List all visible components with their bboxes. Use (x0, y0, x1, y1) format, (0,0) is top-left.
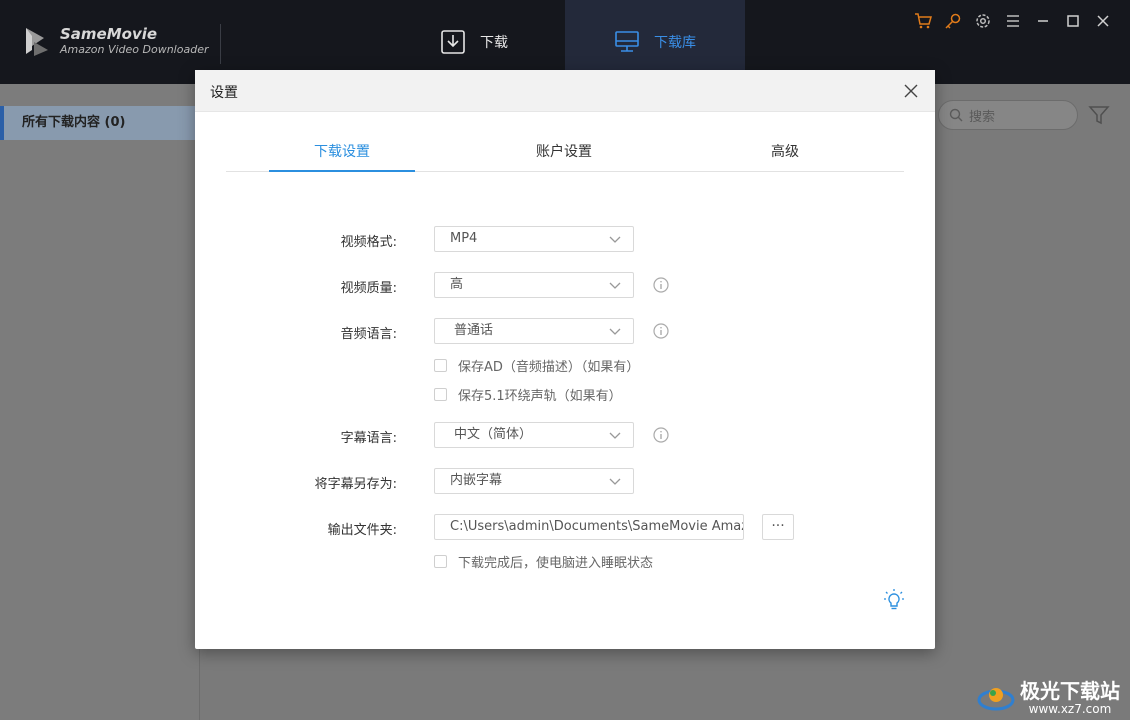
subtitle-language-select[interactable]: 中文（简体） (434, 422, 634, 448)
gear-icon (976, 14, 990, 28)
maximize-icon (1067, 15, 1079, 27)
save-ad-label: 保存AD（音频描述）（如果有） (458, 360, 640, 375)
audio-language-value: 普通话 (454, 323, 494, 338)
settings-button[interactable] (968, 10, 998, 32)
download-icon (441, 30, 465, 54)
video-format-select[interactable]: MP4 (434, 226, 634, 252)
maximize-button[interactable] (1058, 10, 1088, 32)
video-format-value: MP4 (450, 231, 478, 246)
save-51-checkbox[interactable] (434, 388, 447, 401)
watermark-logo-icon (977, 688, 1015, 711)
chevron-down-icon (609, 236, 621, 243)
minimize-icon (1038, 20, 1048, 22)
search-icon (949, 108, 963, 122)
output-folder-label: 输出文件夹: (327, 523, 397, 538)
app-name: SameMovie (60, 25, 158, 43)
video-quality-value: 高 (450, 277, 464, 292)
subtitle-language-label: 字幕语言: (340, 431, 397, 446)
search-placeholder: 搜索 (969, 109, 996, 125)
nav-download-label: 下载 (480, 35, 508, 51)
close-icon (1097, 15, 1109, 27)
menu-button[interactable] (998, 10, 1028, 32)
sleep-after-label: 下载完成后，使电脑进入睡眠状态 (458, 556, 654, 571)
dialog-title: 设置 (210, 85, 238, 101)
video-format-label: 视频格式: (340, 235, 397, 250)
subtitle-save-as-select[interactable]: 内嵌字幕 (434, 468, 634, 494)
monitor-icon (615, 31, 639, 52)
sleep-after-checkbox[interactable] (434, 555, 447, 568)
dialog-header: 设置 (195, 70, 935, 112)
logo-divider (220, 24, 221, 64)
samemovie-logo-icon (26, 28, 48, 56)
register-button[interactable] (938, 10, 968, 32)
filter-icon (1088, 106, 1110, 125)
tab-account-settings[interactable]: 账户设置 (491, 140, 637, 172)
sidebar: 所有下载内容 (0) (0, 84, 200, 720)
save-ad-checkbox[interactable] (434, 359, 447, 372)
sleep-after-option[interactable]: 下载完成后，使电脑进入睡眠状态 (434, 552, 653, 571)
save-51-option[interactable]: 保存5.1环绕声轨（如果有） (434, 385, 622, 404)
key-icon (945, 13, 961, 29)
minimize-button[interactable] (1028, 10, 1058, 32)
app-logo: SameMovie Amazon Video Downloader (22, 24, 208, 58)
browse-folder-button[interactable]: ··· (762, 514, 794, 540)
app-subtitle: Amazon Video Downloader (60, 43, 209, 56)
output-folder-field[interactable]: C:\Users\admin\Documents\SameMovie Amazo… (434, 514, 744, 540)
info-icon[interactable] (653, 277, 669, 293)
chevron-down-icon (609, 478, 621, 485)
audio-language-select[interactable]: 普通话 (434, 318, 634, 344)
chevron-down-icon (609, 282, 621, 289)
subtitle-language-value: 中文（简体） (454, 427, 533, 442)
search-input[interactable]: 搜索 (938, 100, 1078, 130)
cart-button[interactable] (908, 10, 938, 32)
menu-icon (1007, 15, 1019, 27)
settings-dialog: 设置 下载设置 账户设置 高级 视频格式: MP4 视频质量: 高 音频语言: … (195, 70, 935, 649)
nav-library-label: 下载库 (654, 35, 696, 51)
chevron-down-icon (609, 432, 621, 439)
save-ad-option[interactable]: 保存AD（音频描述）（如果有） (434, 356, 639, 375)
video-quality-select[interactable]: 高 (434, 272, 634, 298)
tab-advanced[interactable]: 高级 (712, 140, 858, 172)
info-icon[interactable] (653, 323, 669, 339)
cart-icon (915, 13, 932, 29)
chevron-down-icon (609, 328, 621, 335)
sidebar-item-all-downloads[interactable]: 所有下载内容 (0) (0, 106, 200, 140)
settings-tabs: 下载设置 账户设置 高级 (226, 140, 904, 172)
watermark: 极光下载站 www.xz7.com (976, 680, 1120, 716)
lightbulb-icon[interactable] (883, 588, 905, 612)
tab-download-settings[interactable]: 下载设置 (269, 140, 415, 172)
filter-button[interactable] (1088, 104, 1110, 130)
watermark-text: 极光下载站 (1020, 679, 1120, 703)
watermark-url: www.xz7.com (1028, 702, 1112, 716)
window-controls (908, 10, 1118, 32)
subtitle-save-as-value: 内嵌字幕 (450, 473, 503, 488)
save-51-label: 保存5.1环绕声轨（如果有） (458, 389, 622, 404)
close-window-button[interactable] (1088, 10, 1118, 32)
video-quality-label: 视频质量: (340, 281, 397, 296)
info-icon[interactable] (653, 427, 669, 443)
subtitle-save-as-label: 将字幕另存为: (314, 477, 397, 492)
audio-language-label: 音频语言: (340, 327, 397, 342)
dialog-close-icon[interactable] (903, 83, 919, 99)
